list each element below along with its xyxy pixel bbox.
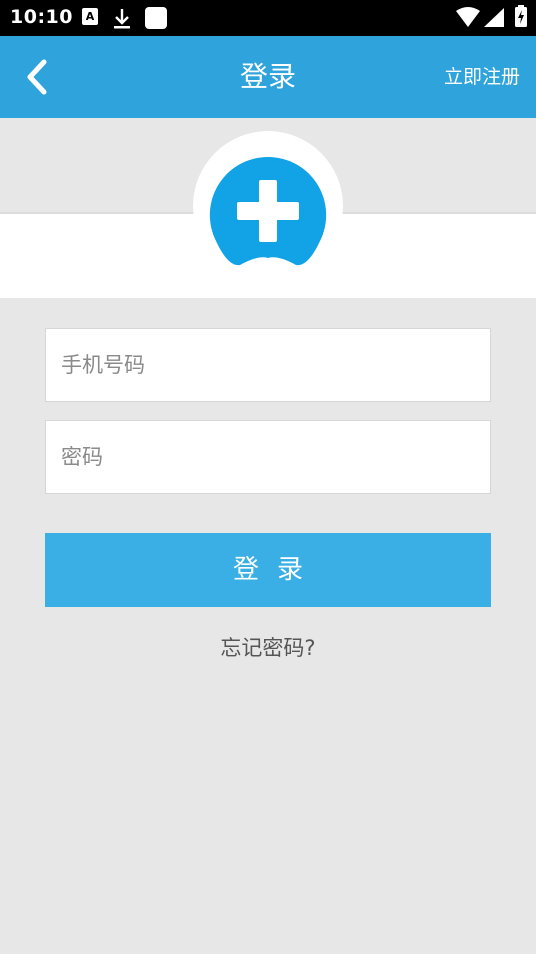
register-link[interactable]: 立即注册: [444, 36, 520, 118]
password-field[interactable]: [45, 420, 491, 494]
medical-plus-logo: [209, 156, 327, 266]
battery-icon: [515, 5, 527, 27]
cell-signal-icon: [484, 8, 504, 27]
app-notification-icon: [145, 7, 167, 29]
status-bar: 10:10 A: [0, 0, 536, 36]
back-button[interactable]: [18, 56, 58, 98]
forgot-password-link[interactable]: 忘记密码?: [220, 636, 315, 660]
forgot-password-row: 忘记密码?: [0, 632, 536, 662]
status-time: 10:10: [10, 6, 73, 28]
login-button[interactable]: 登录: [45, 533, 491, 607]
chevron-left-icon: [27, 59, 47, 95]
password-input[interactable]: [46, 421, 490, 493]
phone-input[interactable]: [46, 329, 490, 401]
a-notification-icon: A: [82, 8, 98, 25]
app-bar: 登录 立即注册: [0, 36, 536, 118]
download-icon: [114, 9, 130, 29]
wifi-icon: [456, 7, 480, 27]
phone-field[interactable]: [45, 328, 491, 402]
